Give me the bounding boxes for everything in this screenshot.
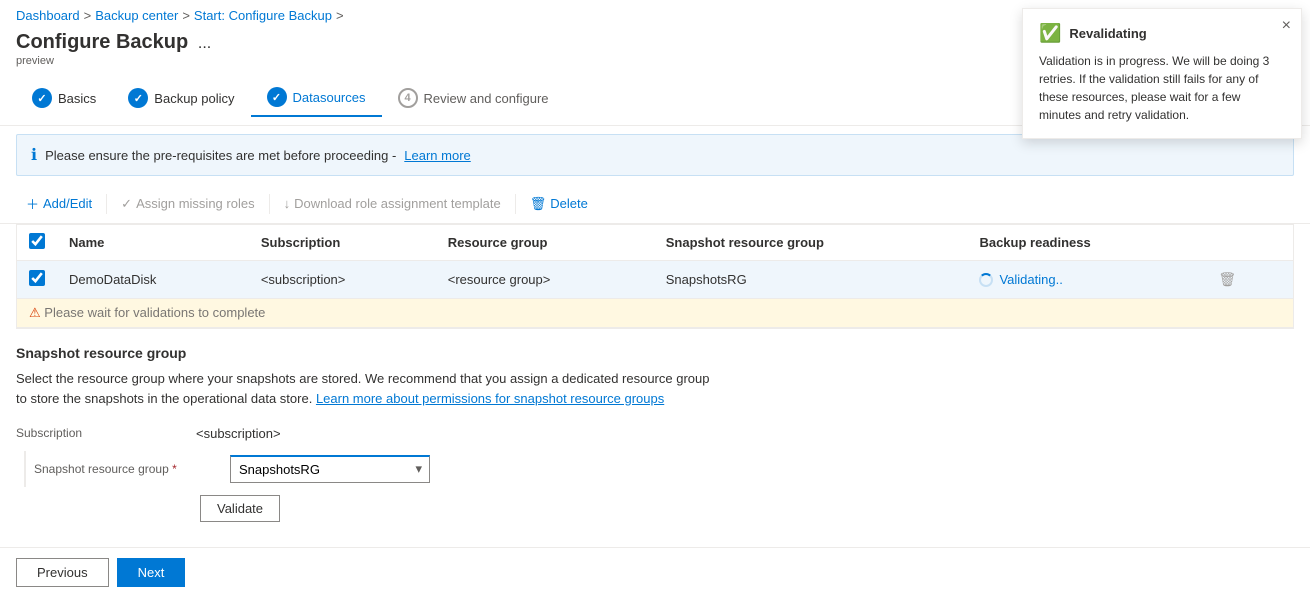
snapshot-learn-more[interactable]: Learn more about permissions for snapsho…: [316, 391, 664, 406]
table-row: DemoDataDisk <subscription> <resource gr…: [17, 261, 1293, 299]
notification-popup: ✅ Revalidating × Validation is in progre…: [1022, 8, 1302, 139]
toolbar: ＋ Add/Edit ✓ Assign missing roles ↓ Down…: [0, 184, 1310, 224]
ellipsis-button[interactable]: ...: [192, 33, 217, 55]
subscription-row: Subscription <subscription>: [16, 420, 1294, 441]
indent-line: [24, 451, 26, 487]
row-snapshot-rg: SnapshotsRG: [654, 261, 968, 299]
delete-icon: 🗑: [530, 196, 547, 212]
notification-close-button[interactable]: ×: [1282, 17, 1291, 35]
snapshot-rg-dropdown-wrapper: SnapshotsRG ▾: [230, 455, 430, 483]
validating-status: Validating..: [979, 272, 1188, 287]
validate-button[interactable]: Validate: [200, 495, 280, 522]
step-basics[interactable]: ✓ Basics: [16, 84, 112, 116]
step-review[interactable]: 4 Review and configure: [382, 84, 565, 116]
page-subtitle: preview: [16, 55, 217, 67]
header-backup-readiness: Backup readiness: [967, 225, 1200, 261]
snapshot-rg-label: Snapshot resource group: [34, 462, 214, 476]
toolbar-sep-1: [106, 194, 107, 214]
breadcrumb-start[interactable]: Start: Configure Backup: [194, 8, 332, 23]
download-icon: ↓: [284, 196, 291, 211]
row-subscription: <subscription>: [249, 261, 436, 299]
step-datasources-label: Datasources: [293, 90, 366, 105]
info-text: Please ensure the pre-requisites are met…: [45, 148, 396, 163]
step-review-circle: 4: [398, 88, 418, 108]
row-checkbox[interactable]: [29, 270, 45, 286]
snapshot-rg-dropdown[interactable]: SnapshotsRG: [230, 455, 430, 483]
warning-icon: ⚠: [29, 305, 41, 320]
toolbar-sep-2: [269, 194, 270, 214]
validate-row: Validate: [16, 495, 1294, 522]
step-backup-policy[interactable]: ✓ Backup policy: [112, 84, 250, 116]
row-delete-cell: 🗑: [1200, 261, 1293, 299]
breadcrumb-sep-1: >: [84, 8, 92, 23]
data-table-container: Name Subscription Resource group Snapsho…: [16, 224, 1294, 329]
step-policy-circle: ✓: [128, 88, 148, 108]
snapshot-section-title: Snapshot resource group: [16, 345, 1294, 361]
header-checkbox-col: [17, 225, 57, 261]
row-delete-button[interactable]: 🗑: [1212, 269, 1242, 290]
snapshot-section-desc: Select the resource group where your sna…: [16, 369, 1294, 408]
snapshot-rg-field: Snapshot resource group SnapshotsRG ▾: [34, 455, 430, 483]
warning-text: Please wait for validations to complete: [44, 305, 265, 320]
next-button[interactable]: Next: [117, 558, 186, 587]
warning-cell: ⚠ Please wait for validations to complet…: [17, 299, 1293, 328]
spin-icon: [979, 273, 993, 287]
footer: Previous Next: [0, 547, 1310, 597]
page-title: Configure Backup ...: [16, 31, 217, 55]
data-table: Name Subscription Resource group Snapsho…: [17, 225, 1293, 328]
step-review-label: Review and configure: [424, 91, 549, 106]
header-resource-group: Resource group: [436, 225, 654, 261]
subscription-label: Subscription: [16, 420, 196, 440]
header-checkbox[interactable]: [29, 233, 45, 249]
check-icon: ✓: [121, 196, 132, 212]
step-datasources[interactable]: ✓ Datasources: [251, 83, 382, 117]
toolbar-sep-3: [515, 194, 516, 214]
row-resource-group: <resource group>: [436, 261, 654, 299]
delete-button[interactable]: 🗑 Delete: [520, 192, 598, 216]
step-datasources-circle: ✓: [267, 87, 287, 107]
notification-text: Validation is in progress. We will be do…: [1039, 52, 1285, 124]
breadcrumb-backup-center[interactable]: Backup center: [95, 8, 178, 23]
row-name: DemoDataDisk: [57, 261, 249, 299]
breadcrumb-sep-3: >: [336, 8, 344, 23]
info-icon: ℹ: [31, 145, 37, 165]
add-edit-button[interactable]: ＋ Add/Edit: [16, 190, 102, 217]
row-checkbox-cell: [17, 261, 57, 299]
step-policy-label: Backup policy: [154, 91, 234, 106]
plus-icon: ＋: [26, 194, 39, 213]
previous-button[interactable]: Previous: [16, 558, 109, 587]
info-bar: ℹ Please ensure the pre-requisites are m…: [16, 134, 1294, 176]
header-name: Name: [57, 225, 249, 261]
subscription-value: <subscription>: [196, 420, 281, 441]
warning-row: ⚠ Please wait for validations to complet…: [17, 299, 1293, 328]
page-wrapper: Dashboard > Backup center > Start: Confi…: [0, 0, 1310, 597]
breadcrumb-dashboard[interactable]: Dashboard: [16, 8, 80, 23]
snapshot-rg-row: Snapshot resource group SnapshotsRG ▾: [16, 451, 1294, 487]
notification-title: Revalidating: [1069, 26, 1146, 41]
info-learn-more[interactable]: Learn more: [404, 148, 470, 163]
notification-header: ✅ Revalidating: [1039, 23, 1285, 44]
row-backup-readiness: Validating..: [967, 261, 1200, 299]
assign-roles-button[interactable]: ✓ Assign missing roles: [111, 192, 264, 216]
check-circle-icon: ✅: [1039, 23, 1061, 44]
snapshot-section: Snapshot resource group Select the resou…: [0, 329, 1310, 530]
breadcrumb-sep-2: >: [182, 8, 190, 23]
download-template-button[interactable]: ↓ Download role assignment template: [274, 192, 511, 215]
step-basics-circle: ✓: [32, 88, 52, 108]
header-snapshot-rg: Snapshot resource group: [654, 225, 968, 261]
step-basics-label: Basics: [58, 91, 96, 106]
header-actions: [1200, 225, 1293, 261]
header-subscription: Subscription: [249, 225, 436, 261]
